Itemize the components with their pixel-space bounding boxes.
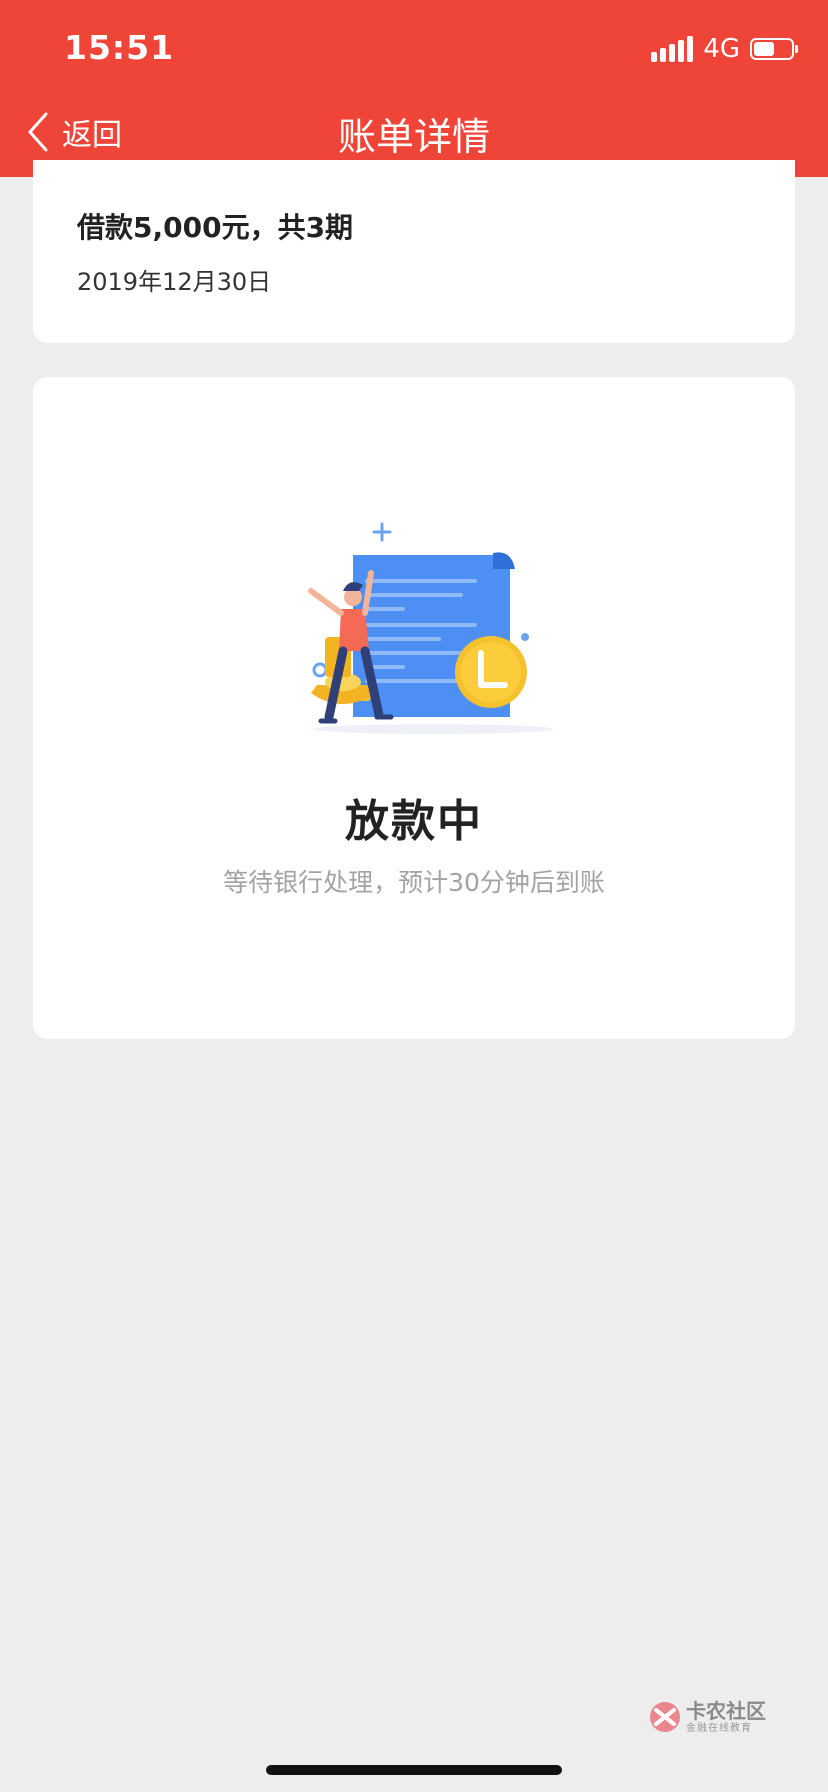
status-title: 放款中 [345, 796, 483, 847]
signal-icon [651, 36, 694, 62]
disbursement-status-card: 放款中 等待银行处理，预计30分钟后到账 [33, 377, 795, 1039]
home-indicator[interactable] [266, 1765, 562, 1775]
status-subtitle: 等待银行处理，预计30分钟后到账 [223, 868, 605, 897]
loan-date: 2019年12月30日 [77, 268, 272, 296]
watermark-name: 卡农社区 [686, 1698, 766, 1723]
loan-summary-card: 借款5,000元，共3期 2019年12月30日 [33, 160, 795, 343]
watermark-tagline: 金融在线教育 [686, 1722, 752, 1734]
loan-title: 借款5,000元，共3期 [77, 211, 354, 244]
loan-document-illustration [308, 522, 553, 734]
watermark: 卡农社区 金融在线教育 [648, 1700, 766, 1734]
status-indicators: 4G [651, 34, 798, 64]
battery-icon [750, 38, 798, 60]
top-bar: 15:51 4G 返回 账单详情 [0, 0, 828, 177]
page-title: 账单详情 [337, 115, 490, 159]
status-time: 15:51 [64, 28, 175, 67]
network-type: 4G [703, 34, 740, 64]
kanong-logo-icon [650, 1702, 680, 1732]
watermark-text: 卡农社区 金融在线教育 [686, 1701, 766, 1734]
